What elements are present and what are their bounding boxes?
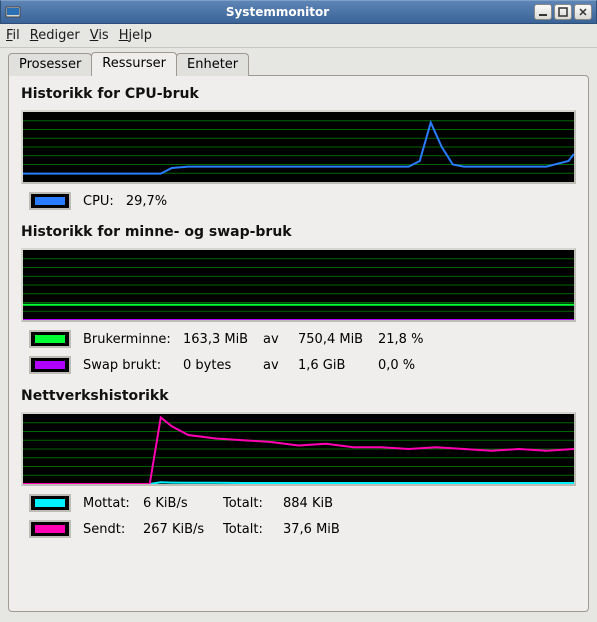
memory-user-label: Brukerminne: <box>83 332 183 347</box>
net-recv-rate: 6 KiB/s <box>143 496 223 511</box>
cpu-legend: CPU: 29,7% <box>21 192 576 210</box>
tab-processes[interactable]: Prosesser <box>8 53 92 76</box>
swap-total: 1,6 GiB <box>298 358 378 373</box>
menu-edit[interactable]: Rediger <box>30 28 80 43</box>
window-controls <box>534 4 592 20</box>
close-button[interactable] <box>574 4 592 20</box>
cpu-chart <box>21 110 576 184</box>
cpu-swatch[interactable] <box>29 192 71 210</box>
memory-chart <box>21 248 576 322</box>
net-recv-legend: Mottat: 6 KiB/s Totalt: 884 KiB <box>21 494 576 512</box>
net-recv-swatch[interactable] <box>29 494 71 512</box>
swap-label: Swap brukt: <box>83 358 183 373</box>
net-total-label1: Totalt: <box>223 496 283 511</box>
memory-section: Historikk for minne- og swap-bruk Bruker… <box>21 224 576 374</box>
swap-pct: 0,0 % <box>378 358 438 373</box>
network-title: Nettverkshistorikk <box>21 388 576 404</box>
tab-resources[interactable]: Ressurser <box>91 52 177 75</box>
swap-of: av <box>263 358 298 373</box>
cpu-label: CPU: <box>83 194 114 209</box>
network-section: Nettverkshistorikk Mottat: 6 KiB/s Total… <box>21 388 576 538</box>
menu-help[interactable]: Hjelp <box>119 28 152 43</box>
net-send-label: Sendt: <box>83 522 143 537</box>
menu-view[interactable]: Vis <box>90 28 109 43</box>
app-icon <box>5 4 21 20</box>
memory-user-used: 163,3 MiB <box>183 332 263 347</box>
window: Systemmonitor Fil Rediger Vis Hjelp Pros… <box>0 0 597 622</box>
menu-file[interactable]: Fil <box>6 28 20 43</box>
net-send-swatch[interactable] <box>29 520 71 538</box>
memory-user-total: 750,4 MiB <box>298 332 378 347</box>
menu-file-rest: il <box>13 28 20 43</box>
swap-legend: Swap brukt: 0 bytes av 1,6 GiB 0,0 % <box>21 356 576 374</box>
memory-user-swatch[interactable] <box>29 330 71 348</box>
net-recv-total: 884 KiB <box>283 496 363 511</box>
memory-of: av <box>263 332 298 347</box>
net-send-rate: 267 KiB/s <box>143 522 223 537</box>
memory-user-pct: 21,8 % <box>378 332 438 347</box>
titlebar[interactable]: Systemmonitor <box>0 0 597 24</box>
tab-devices[interactable]: Enheter <box>176 53 249 76</box>
net-total-label2: Totalt: <box>223 522 283 537</box>
cpu-title: Historikk for CPU-bruk <box>21 86 576 102</box>
net-send-total: 37,6 MiB <box>283 522 363 537</box>
resources-panel: Historikk for CPU-bruk CPU: 29,7% Histor… <box>8 75 589 612</box>
cpu-value: 29,7% <box>126 194 167 209</box>
cpu-section: Historikk for CPU-bruk CPU: 29,7% <box>21 86 576 210</box>
net-send-legend: Sendt: 267 KiB/s Totalt: 37,6 MiB <box>21 520 576 538</box>
net-recv-label: Mottat: <box>83 496 143 511</box>
content: Prosesser Ressurser Enheter Historikk fo… <box>0 48 597 622</box>
minimize-button[interactable] <box>534 4 552 20</box>
memory-title: Historikk for minne- og swap-bruk <box>21 224 576 240</box>
tab-row: Prosesser Ressurser Enheter <box>8 52 589 75</box>
window-title: Systemmonitor <box>21 5 534 19</box>
maximize-button[interactable] <box>554 4 572 20</box>
swap-used: 0 bytes <box>183 358 263 373</box>
network-chart <box>21 412 576 486</box>
menubar: Fil Rediger Vis Hjelp <box>0 24 597 48</box>
swap-swatch[interactable] <box>29 356 71 374</box>
memory-user-legend: Brukerminne: 163,3 MiB av 750,4 MiB 21,8… <box>21 330 576 348</box>
